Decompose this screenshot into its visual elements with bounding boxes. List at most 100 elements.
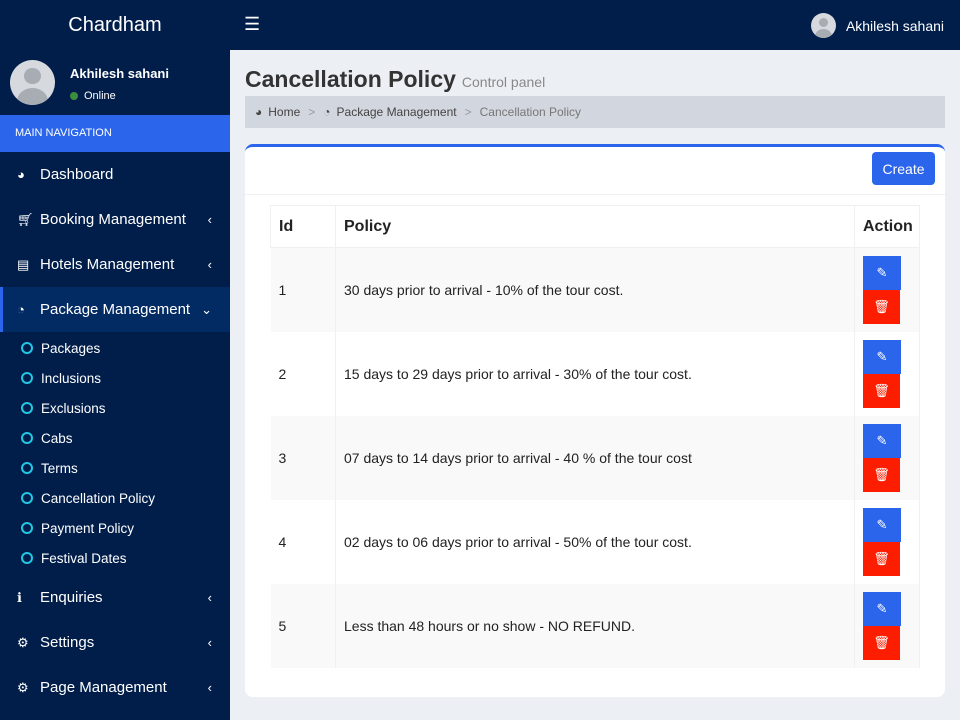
- edit-button[interactable]: ✎: [863, 339, 901, 374]
- pie-chart-icon: ◔: [17, 302, 25, 317]
- submenu-label: Payment Policy: [41, 520, 135, 536]
- edit-button[interactable]: ✎: [863, 423, 901, 458]
- trash-icon: 🗑︎: [873, 382, 890, 398]
- delete-button[interactable]: 🗑︎: [863, 373, 900, 408]
- circle-icon: [21, 402, 33, 414]
- submenu-festival-dates[interactable]: Festival Dates: [0, 543, 230, 573]
- create-button[interactable]: Create: [872, 152, 935, 185]
- pencil-icon: ✎: [876, 348, 888, 364]
- breadcrumb-separator: >: [308, 105, 316, 119]
- avatar: [810, 13, 836, 38]
- cell-policy: 02 days to 06 days prior to arrival - 50…: [335, 499, 855, 584]
- menu-toggle-icon[interactable]: ☰: [244, 14, 260, 35]
- box-header: Create: [245, 147, 945, 195]
- chevron-left-icon: ‹: [207, 257, 212, 272]
- cell-id: 5: [270, 583, 336, 668]
- chevron-down-icon: ⌄: [201, 301, 212, 317]
- pencil-icon: ✎: [876, 264, 888, 280]
- trash-icon: 🗑︎: [873, 550, 890, 566]
- table-row: 5 Less than 48 hours or no show - NO REF…: [270, 583, 920, 668]
- submenu-inclusions[interactable]: Inclusions: [0, 363, 230, 393]
- submenu-label: Inclusions: [41, 370, 102, 386]
- sidebar-item-dashboard[interactable]: ◕ Dashboard: [0, 152, 230, 197]
- breadcrumb-package-management[interactable]: Package Management: [337, 105, 457, 119]
- main-content: Cancellation Policy Control panel ◕ Home …: [230, 50, 960, 720]
- status-text: Online: [84, 90, 116, 102]
- sidebar-item-label: Enquiries: [40, 589, 103, 606]
- breadcrumb-home[interactable]: Home: [268, 105, 300, 119]
- table-row: 1 30 days prior to arrival - 10% of the …: [270, 247, 920, 332]
- sidebar-item-booking[interactable]: 🛒︎ Booking Management ‹: [0, 197, 230, 242]
- submenu-terms[interactable]: Terms: [0, 453, 230, 483]
- submenu-packages[interactable]: Packages: [0, 333, 230, 363]
- circle-icon: [21, 522, 33, 534]
- cell-action: ✎ 🗑︎: [854, 331, 920, 416]
- cell-action: ✎ 🗑︎: [854, 415, 920, 500]
- cart-icon: 🛒︎: [17, 211, 34, 227]
- user-name: Akhilesh sahani: [845, 17, 944, 34]
- chevron-left-icon: ‹: [207, 212, 212, 227]
- submenu-label: Cancellation Policy: [41, 490, 156, 506]
- cell-id: 3: [270, 415, 336, 500]
- sidebar-item-package[interactable]: ◔ Package Management ⌄: [0, 287, 230, 332]
- delete-button[interactable]: 🗑︎: [863, 457, 900, 492]
- submenu-payment-policy[interactable]: Payment Policy: [0, 513, 230, 543]
- cell-id: 4: [270, 499, 336, 584]
- submenu-exclusions[interactable]: Exclusions: [0, 393, 230, 423]
- cell-action: ✎ 🗑︎: [854, 499, 920, 584]
- breadcrumb: ◕ Home > ◔ Package Management > Cancella…: [245, 96, 945, 128]
- sidebar-item-settings[interactable]: ⚙ Settings ‹: [0, 620, 230, 665]
- edit-button[interactable]: ✎: [863, 507, 901, 542]
- sidebar-item-hotels[interactable]: ▤ Hotels Management ‹: [0, 242, 230, 287]
- cell-policy: 30 days prior to arrival - 10% of the to…: [335, 247, 855, 332]
- bed-icon: ▤: [17, 256, 30, 272]
- edit-button[interactable]: ✎: [863, 255, 901, 290]
- table-row: 3 07 days to 14 days prior to arrival - …: [270, 415, 920, 500]
- column-header-id: Id: [270, 205, 336, 248]
- delete-button[interactable]: 🗑︎: [863, 541, 900, 576]
- circle-icon: [21, 462, 33, 474]
- trash-icon: 🗑︎: [873, 298, 890, 314]
- policy-box: Create Id Policy Action 1 30 days prior …: [245, 144, 945, 697]
- sidebar-item-label: Settings: [40, 634, 95, 651]
- column-header-action: Action: [854, 205, 920, 248]
- policy-table: Id Policy Action 1 30 days prior to arri…: [270, 205, 920, 668]
- edit-button[interactable]: ✎: [863, 591, 901, 626]
- trash-icon: 🗑︎: [873, 466, 890, 482]
- sidebar-item-label: Hotels Management: [40, 256, 175, 273]
- table-row: 2 15 days to 29 days prior to arrival - …: [270, 331, 920, 416]
- info-icon: ℹ: [17, 589, 22, 605]
- cell-policy: 15 days to 29 days prior to arrival - 30…: [335, 331, 855, 416]
- breadcrumb-current: Cancellation Policy: [479, 105, 582, 119]
- sidebar-item-label: Booking Management: [40, 211, 186, 228]
- circle-icon: [21, 432, 33, 444]
- breadcrumb-separator: >: [464, 105, 472, 119]
- title-text: Cancellation Policy: [245, 66, 456, 92]
- delete-button[interactable]: 🗑︎: [863, 625, 900, 660]
- sidebar-item-label: Page Management: [40, 679, 167, 696]
- circle-icon: [21, 552, 33, 564]
- submenu-cabs[interactable]: Cabs: [0, 423, 230, 453]
- chevron-left-icon: ‹: [207, 680, 212, 695]
- sidebar-item-enquiries[interactable]: ℹ Enquiries ‹: [0, 575, 230, 620]
- circle-icon: [21, 372, 33, 384]
- sidebar-item-page-management[interactable]: ⚙ Page Management ‹: [0, 665, 230, 710]
- dashboard-icon: ◕: [255, 105, 263, 119]
- submenu-label: Terms: [41, 460, 78, 476]
- dashboard-icon: ◕: [17, 167, 25, 182]
- submenu-label: Cabs: [41, 430, 73, 446]
- table-row: 4 02 days to 06 days prior to arrival - …: [270, 499, 920, 584]
- submenu-cancellation-policy[interactable]: Cancellation Policy: [0, 483, 230, 513]
- user-panel: Akhilesh sahani Online: [0, 50, 230, 115]
- delete-button[interactable]: 🗑︎: [863, 289, 900, 324]
- user-menu[interactable]: Akhilesh sahani: [810, 13, 944, 38]
- cell-id: 1: [270, 247, 336, 332]
- circle-icon: [21, 342, 33, 354]
- pie-chart-icon: ◔: [323, 105, 331, 119]
- pencil-icon: ✎: [876, 516, 888, 532]
- sidebar: Akhilesh sahani Online MAIN NAVIGATION ◕…: [0, 50, 230, 720]
- user-name: Akhilesh sahani: [70, 66, 169, 81]
- brand-logo[interactable]: Chardham: [0, 0, 230, 50]
- gear-icon: ⚙: [17, 634, 29, 650]
- sidebar-item-label: Dashboard: [40, 166, 114, 183]
